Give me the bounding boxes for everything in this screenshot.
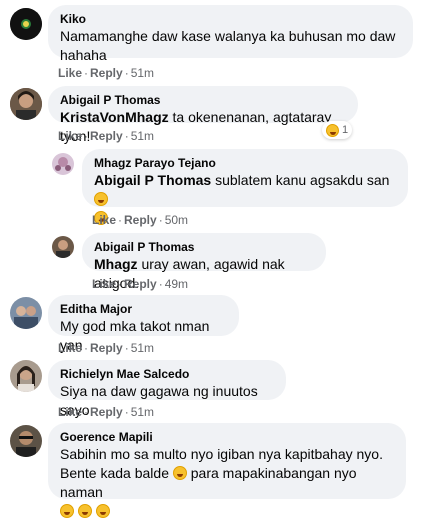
comment-bubble: Mhagz Parayo Tejano Abigail P Thomas sub… [82,149,408,227]
comment-timestamp[interactable]: 50m [165,213,188,227]
like-button[interactable]: Like [58,129,82,143]
comment-actions: Like · Reply · 50m [92,213,189,227]
commenter-name[interactable]: Mhagz Parayo Tejano [94,156,396,171]
avatar[interactable] [52,236,74,258]
comment-timestamp[interactable]: 51m [131,341,154,355]
comment-bubble: Goerence Mapili Sabihin mo sa multo nyo … [48,423,406,518]
mention-tag[interactable]: KristaVonMhagz [60,109,169,125]
comment-text-line: Bente kada balde para mapakinabangan nyo… [60,465,357,500]
like-button[interactable]: Like [58,66,82,80]
emoji-row [60,502,394,521]
avatar[interactable] [10,297,42,329]
avatar[interactable] [52,153,74,175]
comment-timestamp[interactable]: 51m [131,129,154,143]
comment-actions: Like · Reply · 51m [58,66,155,80]
avatar[interactable] [10,88,42,120]
commenter-name[interactable]: Goerence Mapili [60,430,394,445]
commenter-name[interactable]: Abigail P Thomas [94,240,314,255]
laughing-emoji-icon [60,504,74,518]
comment-actions: Like · Reply · 51m [58,129,155,143]
avatar-image [10,88,42,120]
comment-text-line: Sabihin mo sa multo nyo igiban nya kapit… [60,446,383,462]
comment-actions: Like · Reply · 49m [92,277,189,291]
laughing-emoji-icon [326,123,339,137]
laughing-emoji-icon [77,504,92,518]
comment-timestamp[interactable]: 51m [131,66,154,80]
comment-timestamp[interactable]: 51m [131,405,154,419]
commenter-name[interactable]: Editha Major [60,302,227,317]
avatar[interactable] [10,360,42,392]
reply-button[interactable]: Reply [124,277,157,291]
mention-tag[interactable]: Abigail P Thomas [94,172,211,188]
comment-bubble: Richielyn Mae Salcedo Siya na daw gagawa… [48,360,286,418]
avatar-image [10,8,42,40]
laughing-emoji-icon [94,192,108,206]
comment-actions: Like · Reply · 51m [58,405,155,419]
like-button[interactable]: Like [92,277,116,291]
reply-button[interactable]: Reply [90,66,123,80]
avatar-image [10,425,42,457]
reply-button[interactable]: Reply [124,213,157,227]
comment-bubble: Kiko Namamanghe daw kase walanya ka buhu… [48,5,413,63]
reply-button[interactable]: Reply [90,405,123,419]
comment-text: Namamanghe daw kase walanya ka buhusan m… [60,28,396,63]
reaction-count: 1 [342,124,349,136]
commenter-name[interactable]: Richielyn Mae Salcedo [60,367,274,382]
comment-timestamp[interactable]: 49m [165,277,188,291]
avatar-image [52,153,74,175]
commenter-name[interactable]: Kiko [60,12,401,27]
avatar-image [10,297,42,329]
commenter-name[interactable]: Abigail P Thomas [60,93,346,108]
avatar-image [52,236,74,258]
like-button[interactable]: Like [58,341,82,355]
mention-tag[interactable]: Mhagz [94,256,138,272]
avatar-image [10,360,42,392]
reaction-summary[interactable]: 1 [322,121,353,139]
avatar[interactable] [10,8,42,40]
laughing-emoji-icon [172,466,187,480]
laughing-emoji-icon [95,504,110,518]
reply-button[interactable]: Reply [90,341,123,355]
reply-button[interactable]: Reply [90,129,123,143]
avatar[interactable] [10,425,42,457]
like-button[interactable]: Like [92,213,116,227]
like-button[interactable]: Like [58,405,82,419]
comment-bubble: Editha Major My god mka takot nman yan [48,295,239,353]
comment-bubble: Abigail P Thomas Mhagz uray awan, agawid… [82,233,326,291]
comment-bubble: Abigail P Thomas KristaVonMhagz ta okene… [48,86,358,144]
comment-actions: Like · Reply · 51m [58,341,155,355]
